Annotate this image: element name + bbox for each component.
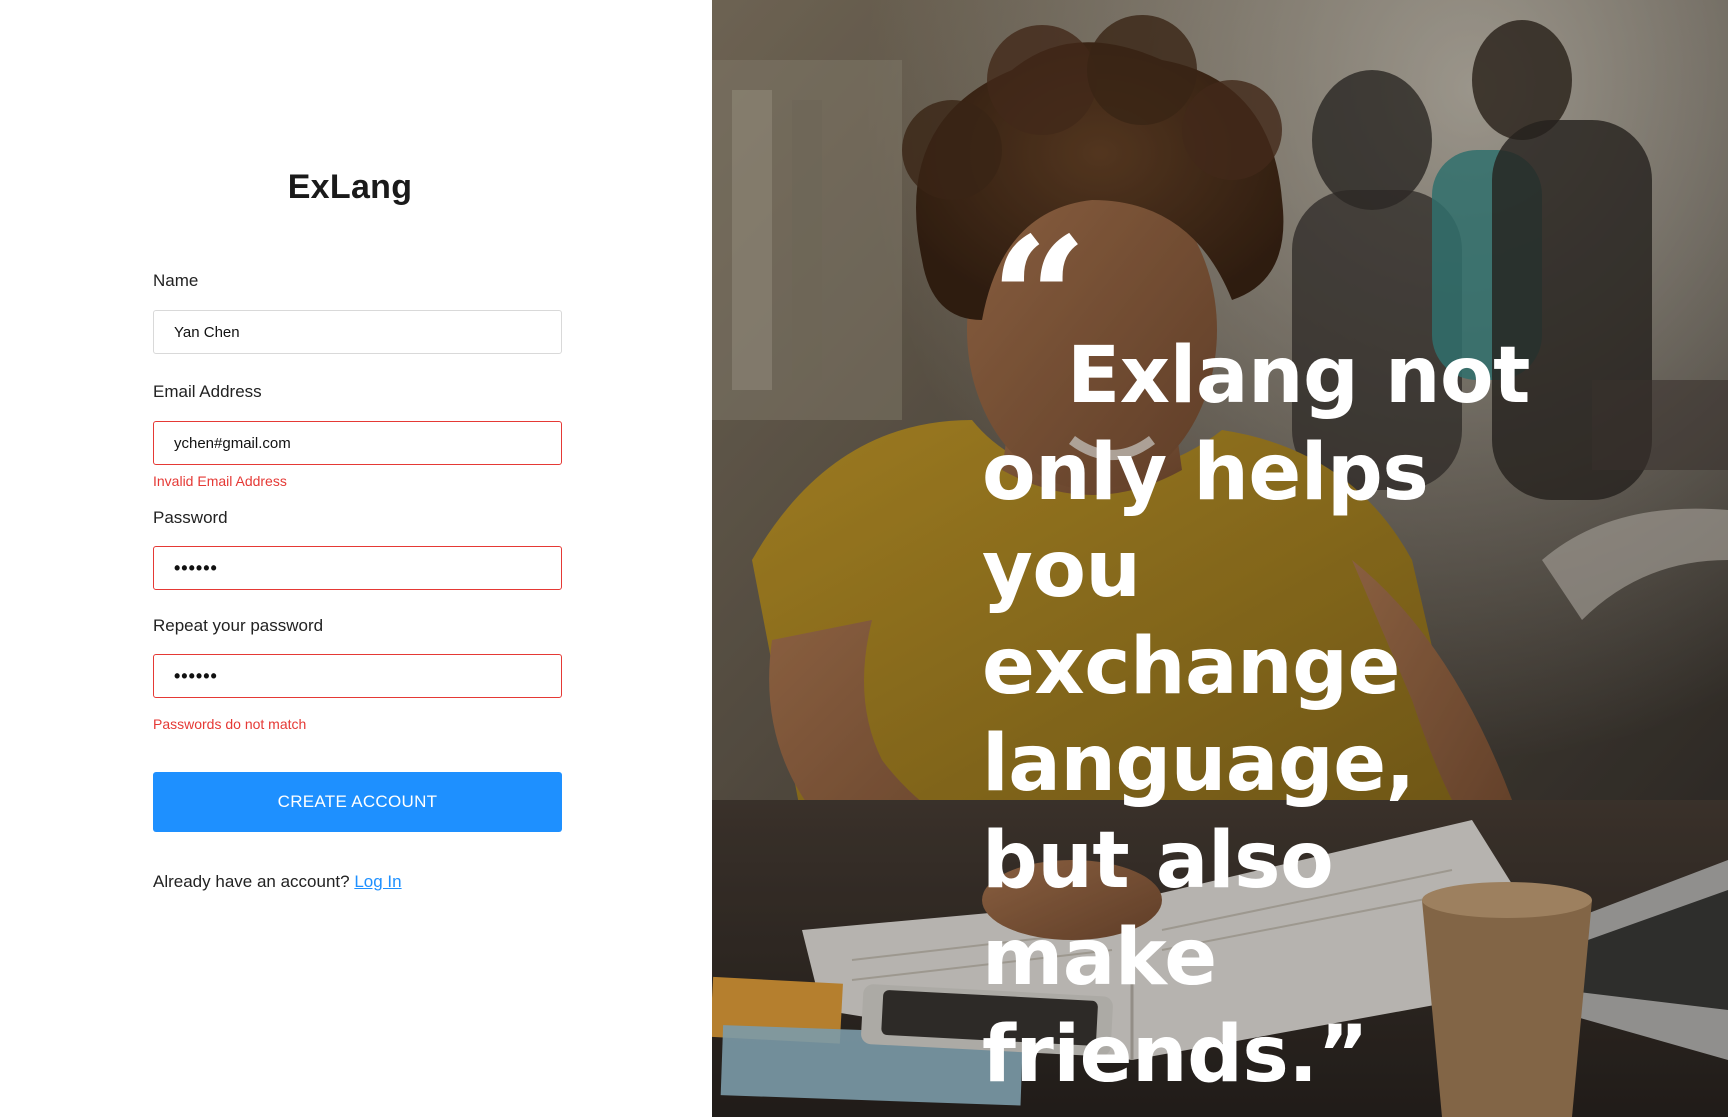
hero-quote: Exlang not only helps you exchange langu… <box>982 331 1530 1100</box>
password-label: Password <box>153 508 228 527</box>
login-prompt: Already have an account? Log In <box>153 872 402 892</box>
repeat-password-input[interactable] <box>153 654 562 698</box>
email-label: Email Address <box>153 382 262 401</box>
password-mismatch-error-text: Passwords do not match <box>153 716 307 732</box>
create-account-button[interactable]: CREATE ACCOUNT <box>153 772 562 832</box>
name-input[interactable] <box>153 310 562 354</box>
brand-logo-text: ExLang <box>287 168 413 206</box>
password-input[interactable] <box>153 546 562 590</box>
email-input[interactable] <box>153 421 562 465</box>
login-link[interactable]: Log In <box>354 872 401 891</box>
repeat-password-label: Repeat your password <box>153 616 324 635</box>
name-label: Name <box>153 271 199 290</box>
email-error-text: Invalid Email Address <box>153 473 287 489</box>
hero-panel: “ Exlang not only helps you exchange lan… <box>712 0 1728 1117</box>
login-prompt-text: Already have an account? <box>153 872 350 891</box>
signup-page: ExLang Name Email Address Invalid Email … <box>0 0 1728 1117</box>
signup-form-panel: ExLang Name Email Address Invalid Email … <box>0 0 712 1117</box>
